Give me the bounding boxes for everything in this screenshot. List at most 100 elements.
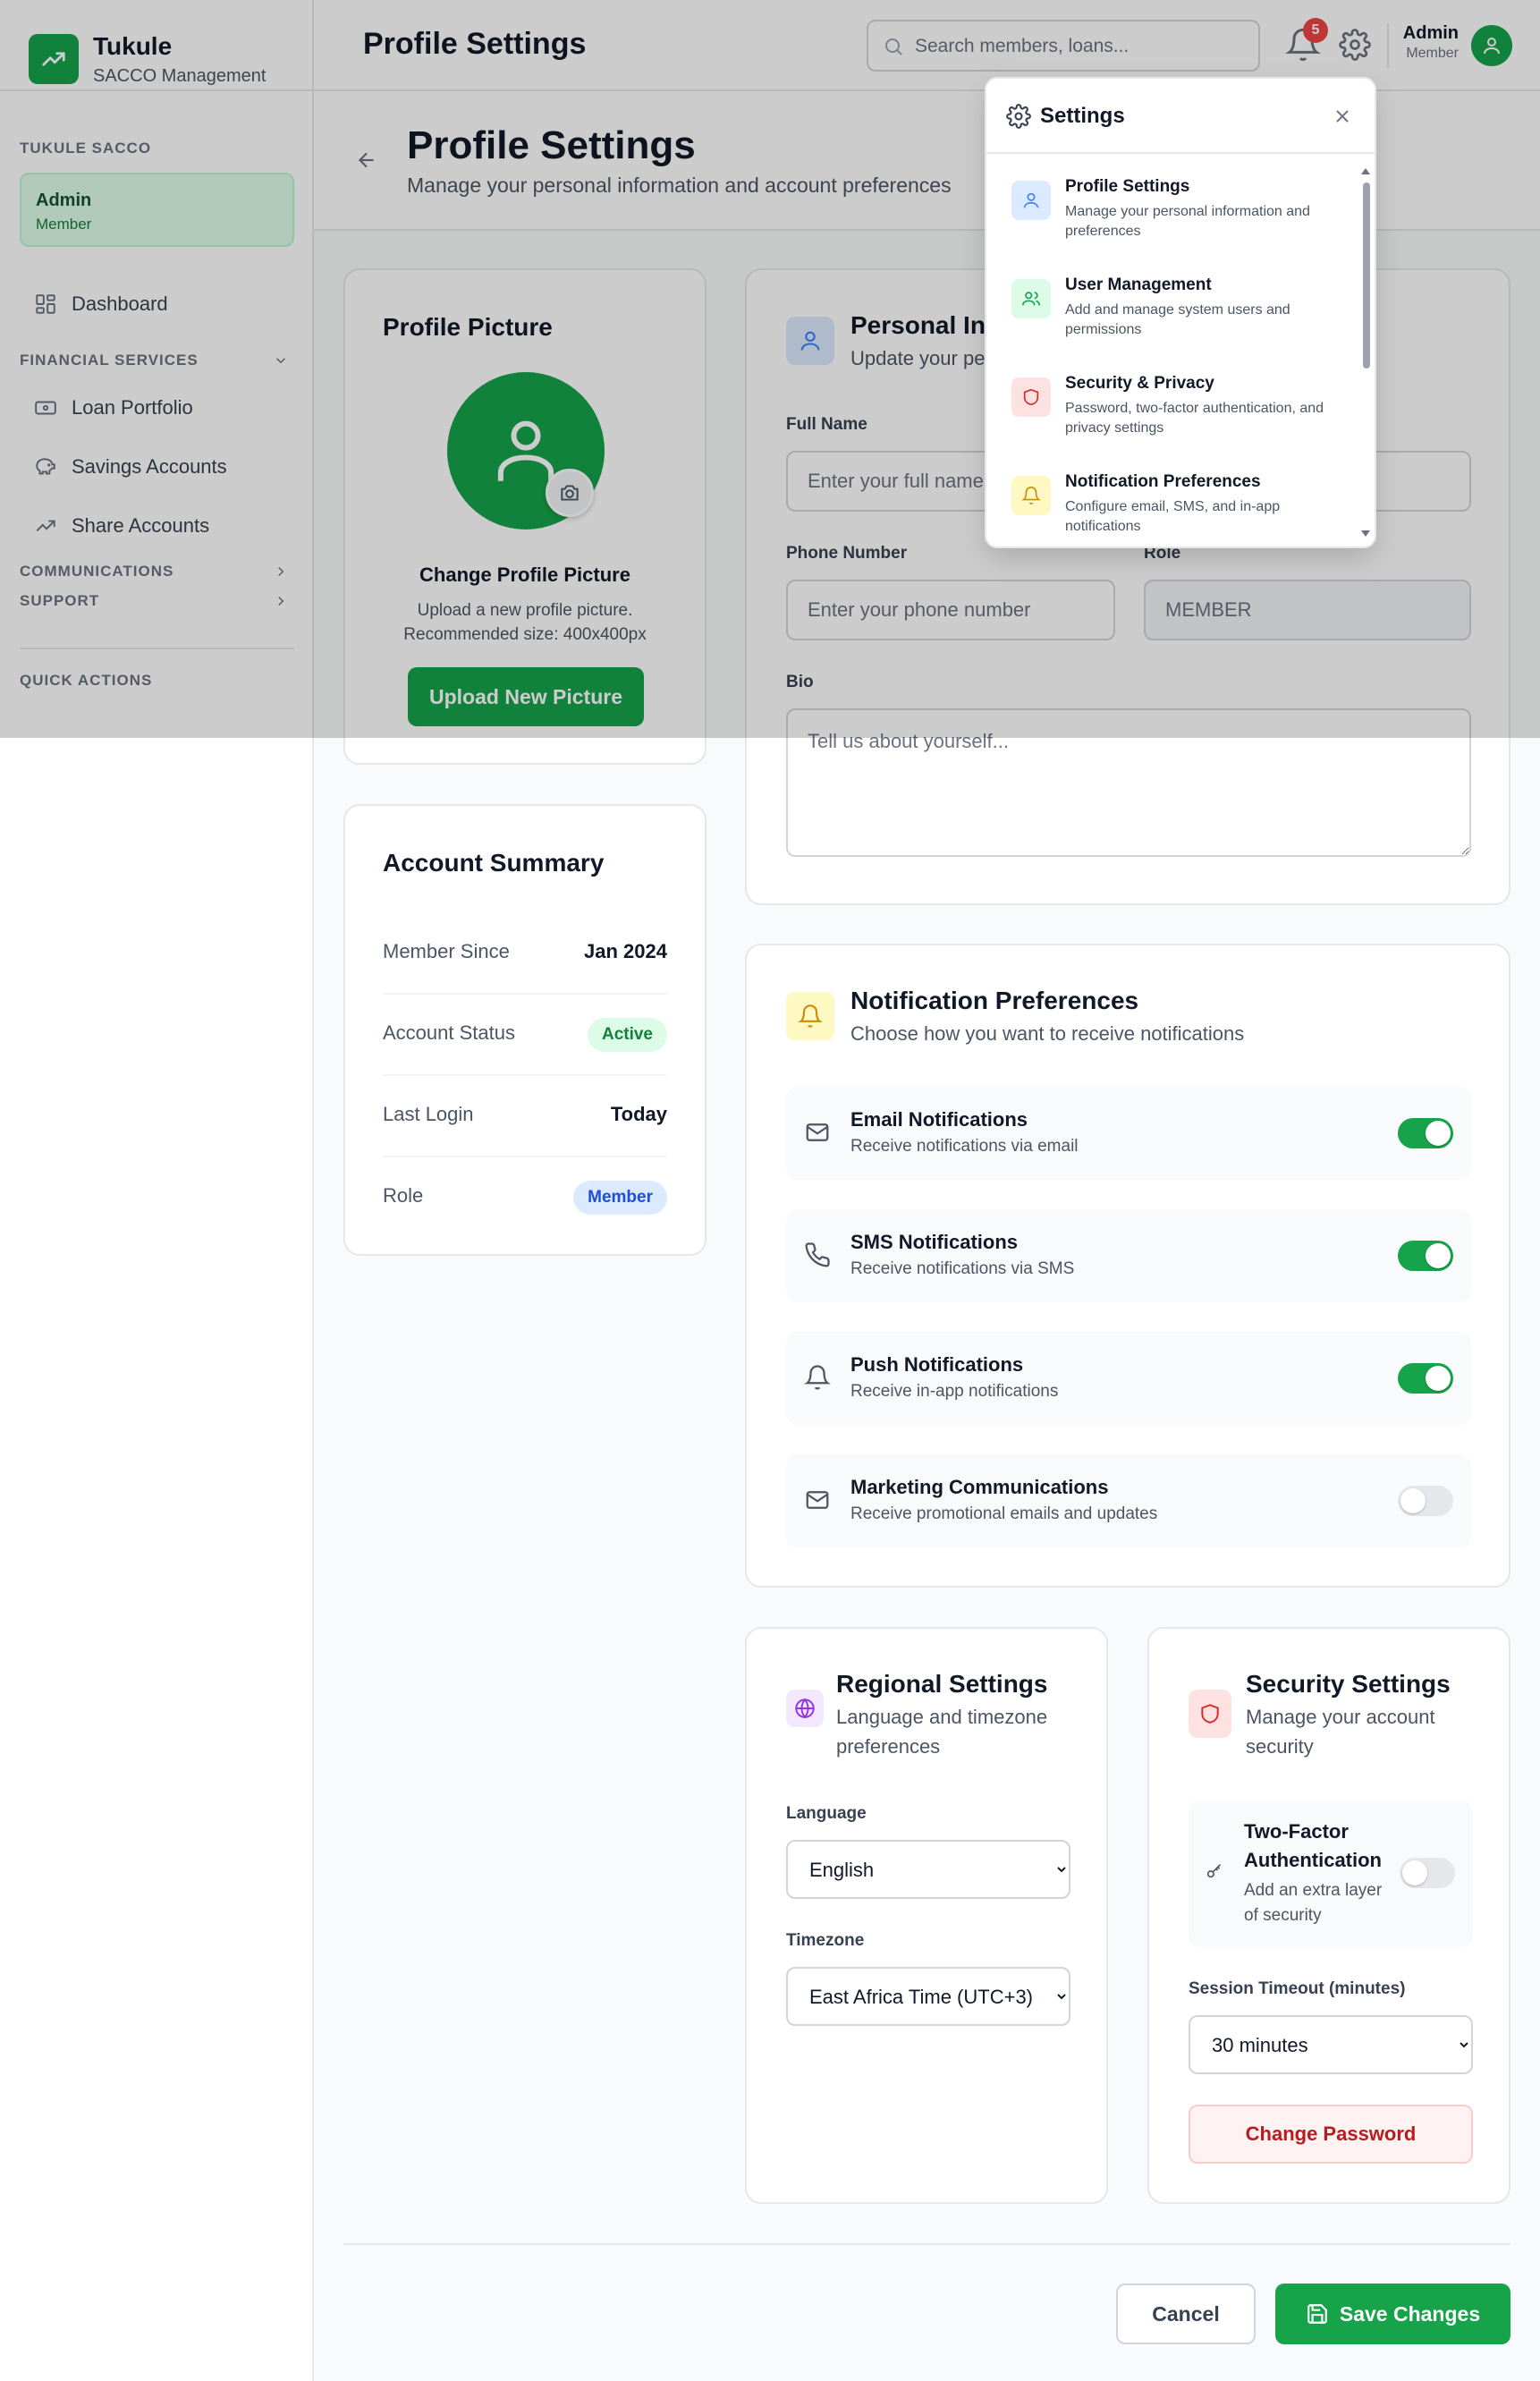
menu-item-desc: Add and manage system users and permissi…: [1065, 302, 1290, 337]
summary-row-member-since: Member Since Jan 2024: [383, 913, 667, 995]
settings-menu-item-notification-preferences[interactable]: Notification Preferences Configure email…: [1004, 469, 1344, 547]
user-icon: [1023, 192, 1039, 208]
timezone-select[interactable]: East Africa Time (UTC+3): [786, 1967, 1070, 2026]
summary-value: Today: [610, 1103, 667, 1125]
card-subtitle-line1: Language and timezone: [836, 1706, 1048, 1728]
two-factor-desc-line1: Add an extra layer: [1244, 1881, 1383, 1900]
cancel-button[interactable]: Cancel: [1116, 2284, 1256, 2344]
card-title: Notification Preferences: [850, 987, 1139, 1014]
globe-icon: [795, 1698, 815, 1719]
save-changes-button[interactable]: Save Changes: [1275, 2284, 1510, 2344]
settings-menu-item-user-management[interactable]: User Management Add and manage system us…: [1004, 272, 1344, 365]
session-timeout-select[interactable]: 30 minutes: [1189, 2015, 1473, 2074]
summary-row-account-status: Account Status Active: [383, 995, 667, 1076]
summary-key: Account Status: [383, 1021, 515, 1044]
card-title: Account Summary: [383, 849, 605, 877]
shield-icon-box: [1189, 1690, 1231, 1738]
close-icon[interactable]: [1332, 106, 1353, 127]
bell-icon: [1021, 487, 1041, 504]
notif-row-sms: SMS Notifications Receive notifications …: [786, 1209, 1471, 1302]
bell-icon: [798, 1004, 823, 1028]
settings-dropdown-header: Settings: [986, 79, 1375, 154]
role-badge: Member: [573, 1181, 667, 1215]
key-icon: [1206, 1864, 1222, 1878]
timezone-label: Timezone: [786, 1931, 865, 1950]
summary-row-last-login: Last Login Today: [383, 1076, 667, 1157]
card-title: Regional Settings: [836, 1670, 1048, 1698]
bell-icon: [804, 1365, 831, 1390]
notif-desc: Receive notifications via SMS: [850, 1259, 1075, 1278]
users-icon: [1022, 292, 1040, 306]
language-label: Language: [786, 1804, 867, 1823]
session-timeout-label: Session Timeout (minutes): [1189, 1979, 1406, 1998]
summary-key: Role: [383, 1184, 424, 1207]
menu-item-title: Notification Preferences: [1065, 472, 1261, 491]
menu-item-desc: Password, two-factor authentication, and…: [1065, 401, 1324, 436]
summary-key: Member Since: [383, 940, 510, 962]
toggle-knob: [1426, 1121, 1451, 1146]
marketing-communications-toggle[interactable]: [1398, 1486, 1453, 1516]
toggle-knob: [1426, 1366, 1451, 1391]
account-summary-card: Account Summary Member Since Jan 2024 Ac…: [343, 804, 707, 1256]
phone-icon: [805, 1242, 830, 1267]
push-notifications-toggle[interactable]: [1398, 1363, 1453, 1394]
language-select[interactable]: English: [786, 1840, 1070, 1899]
toggle-knob: [1402, 1860, 1427, 1885]
mail-icon: [806, 1123, 829, 1141]
footer-divider: [343, 2243, 1510, 2245]
save-button-label: Save Changes: [1339, 2301, 1481, 2326]
notif-desc: Receive promotional emails and updates: [850, 1504, 1158, 1523]
menu-item-title: Security & Privacy: [1065, 374, 1214, 393]
notif-title: Push Notifications: [850, 1353, 1024, 1376]
notif-desc: Receive notifications via email: [850, 1137, 1079, 1156]
user-icon-box: [1011, 181, 1051, 220]
menu-item-title: Profile Settings: [1065, 177, 1190, 196]
toggle-knob: [1400, 1488, 1426, 1513]
notif-desc: Receive in-app notifications: [850, 1382, 1059, 1401]
two-factor-title-line1: Two-Factor: [1244, 1820, 1349, 1843]
card-subtitle: Choose how you want to receive notificat…: [850, 1022, 1245, 1045]
notif-title: Marketing Communications: [850, 1476, 1109, 1498]
two-factor-toggle[interactable]: [1400, 1858, 1455, 1888]
settings-menu-item-profile[interactable]: Profile Settings Manage your personal in…: [1004, 174, 1344, 267]
menu-item-desc: Manage your personal information and pre…: [1065, 204, 1310, 239]
email-notifications-toggle[interactable]: [1398, 1118, 1453, 1148]
summary-value: Jan 2024: [584, 940, 667, 962]
two-factor-row: Two-Factor Authentication Add an extra l…: [1189, 1801, 1473, 1947]
settings-dropdown: Settings Profile Settings Manage your pe…: [985, 77, 1376, 548]
globe-icon-box: [786, 1690, 824, 1727]
card-subtitle-line1: Manage your account: [1246, 1706, 1435, 1728]
regional-settings-card: Regional Settings Language and timezone …: [745, 1627, 1108, 2204]
sms-notifications-toggle[interactable]: [1398, 1241, 1453, 1271]
save-icon: [1307, 2304, 1327, 2324]
notif-row-push: Push Notifications Receive in-app notifi…: [786, 1332, 1471, 1425]
card-title: Security Settings: [1246, 1670, 1451, 1698]
shield-icon-box: [1011, 377, 1051, 417]
shield-icon: [1023, 388, 1039, 406]
summary-key: Last Login: [383, 1103, 474, 1125]
shield-icon: [1201, 1704, 1219, 1724]
menu-item-title: User Management: [1065, 275, 1212, 294]
security-settings-card: Security Settings Manage your account se…: [1147, 1627, 1510, 2204]
two-factor-title-line2: Authentication: [1244, 1849, 1382, 1871]
menu-item-desc: Configure email, SMS, and in-app notific…: [1065, 499, 1281, 534]
notif-title: SMS Notifications: [850, 1231, 1019, 1253]
gear-icon: [1006, 104, 1031, 129]
card-subtitle-line2: security: [1246, 1735, 1314, 1758]
bell-icon-box: [786, 992, 834, 1040]
settings-dropdown-title: Settings: [1040, 104, 1125, 128]
users-icon-box: [1011, 279, 1051, 318]
notif-row-marketing: Marketing Communications Receive promoti…: [786, 1454, 1471, 1547]
toggle-knob: [1426, 1243, 1451, 1268]
notif-row-email: Email Notifications Receive notification…: [786, 1087, 1471, 1180]
notification-preferences-card: Notification Preferences Choose how you …: [745, 944, 1510, 1588]
bell-icon-box: [1011, 476, 1051, 515]
two-factor-desc-line2: of security: [1244, 1906, 1322, 1925]
notif-title: Email Notifications: [850, 1108, 1028, 1131]
scrollbar-thumb[interactable]: [1363, 182, 1370, 369]
status-badge: Active: [587, 1018, 667, 1052]
summary-row-role: Role Member: [383, 1157, 667, 1239]
settings-menu-item-security-privacy[interactable]: Security & Privacy Password, two-factor …: [1004, 370, 1344, 463]
card-subtitle-line2: preferences: [836, 1735, 941, 1758]
change-password-button[interactable]: Change Password: [1189, 2105, 1473, 2164]
